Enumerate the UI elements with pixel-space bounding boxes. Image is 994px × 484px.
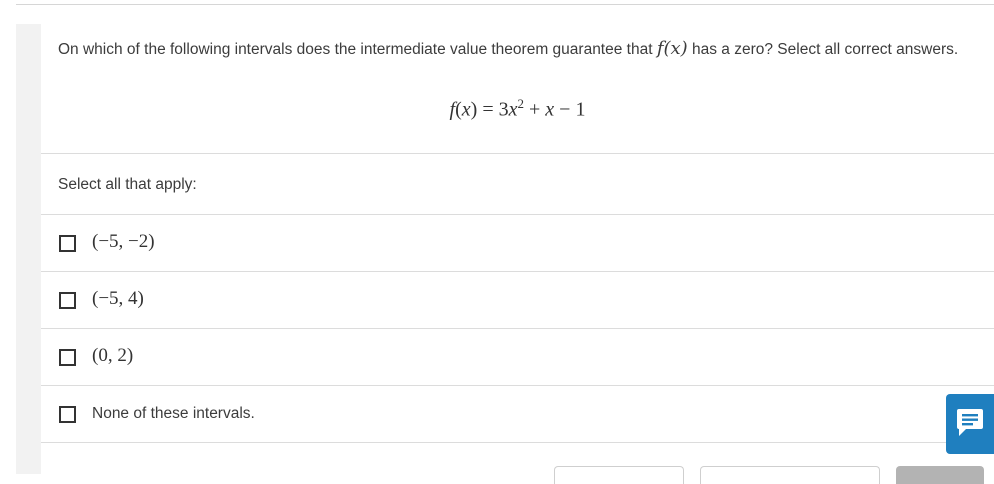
option-1-checkbox[interactable] [59,235,76,252]
question-panel: On which of the following intervals does… [41,24,994,474]
option-row-2[interactable]: (−5, 4) [41,272,994,329]
question-text: On which of the following intervals does… [58,37,978,62]
question-page: On which of the following intervals does… [0,0,994,484]
footer-button-3[interactable] [896,466,984,484]
footer-button-2[interactable] [700,466,880,484]
question-prefix: On which of the following intervals does… [58,41,657,58]
instruction-row: Select all that apply: [41,154,994,215]
option-row-1[interactable]: (−5, −2) [41,215,994,272]
chat-bubble-icon [957,409,983,436]
question-block: On which of the following intervals does… [41,24,994,154]
left-gutter [16,24,41,474]
option-3-checkbox[interactable] [59,349,76,366]
option-2-label: (−5, 4) [92,288,144,309]
option-row-3[interactable]: (0, 2) [41,329,994,386]
option-4-label: None of these intervals. [92,405,255,422]
option-3-label: (0, 2) [92,345,134,366]
footer-button-1[interactable] [554,466,684,484]
option-4-checkbox[interactable] [59,406,76,423]
top-divider [16,4,994,5]
instruction-text: Select all that apply: [58,176,197,193]
option-row-4[interactable]: None of these intervals. [41,386,994,443]
option-1-label: (−5, −2) [92,231,155,252]
option-2-checkbox[interactable] [59,292,76,309]
question-suffix: has a zero? Select all correct answers. [687,41,959,58]
function-formula: f(x) = 3x2 + x − 1 [449,96,586,121]
chat-button[interactable] [946,394,994,454]
question-inline-function: f(x) [656,38,688,59]
